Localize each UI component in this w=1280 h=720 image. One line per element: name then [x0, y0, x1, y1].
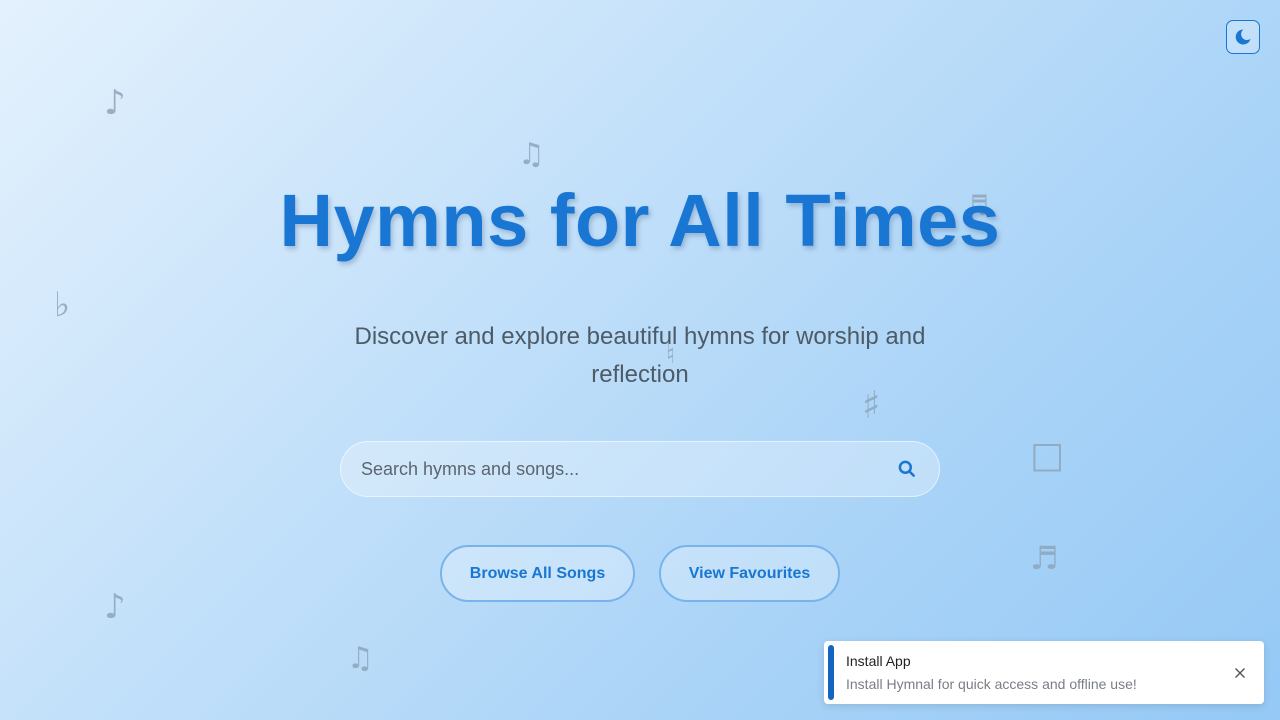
page-title: Hymns for All Times	[279, 179, 1001, 262]
toast-message: Install Hymnal for quick access and offl…	[846, 676, 1137, 692]
theme-toggle-button[interactable]	[1226, 20, 1260, 54]
search-bar	[340, 441, 940, 497]
flat-sign-icon: ♭	[54, 285, 71, 325]
music-note-icon: ♪	[104, 83, 126, 123]
moon-icon	[1235, 29, 1251, 45]
staff-box-icon: □	[1030, 435, 1065, 476]
page-subtitle: Discover and explore beautiful hymns for…	[354, 323, 926, 388]
view-favourites-button[interactable]: View Favourites	[659, 545, 840, 602]
close-icon	[1235, 668, 1245, 678]
toast-accent-bar	[828, 645, 834, 700]
music-note-icon: ♪	[104, 587, 126, 627]
search-button[interactable]	[895, 457, 919, 481]
music-notes-icon: ♫	[518, 137, 545, 172]
music-notes-icon: ♫	[347, 641, 374, 676]
search-icon	[898, 460, 915, 477]
toast-close-button[interactable]	[1232, 665, 1248, 681]
browse-all-songs-button[interactable]: Browse All Songs	[440, 545, 635, 602]
toast-title: Install App	[846, 653, 911, 669]
search-input[interactable]	[361, 458, 895, 480]
install-app-toast: Install App Install Hymnal for quick acc…	[824, 641, 1264, 704]
music-notes-icon: ♬	[1030, 539, 1059, 577]
